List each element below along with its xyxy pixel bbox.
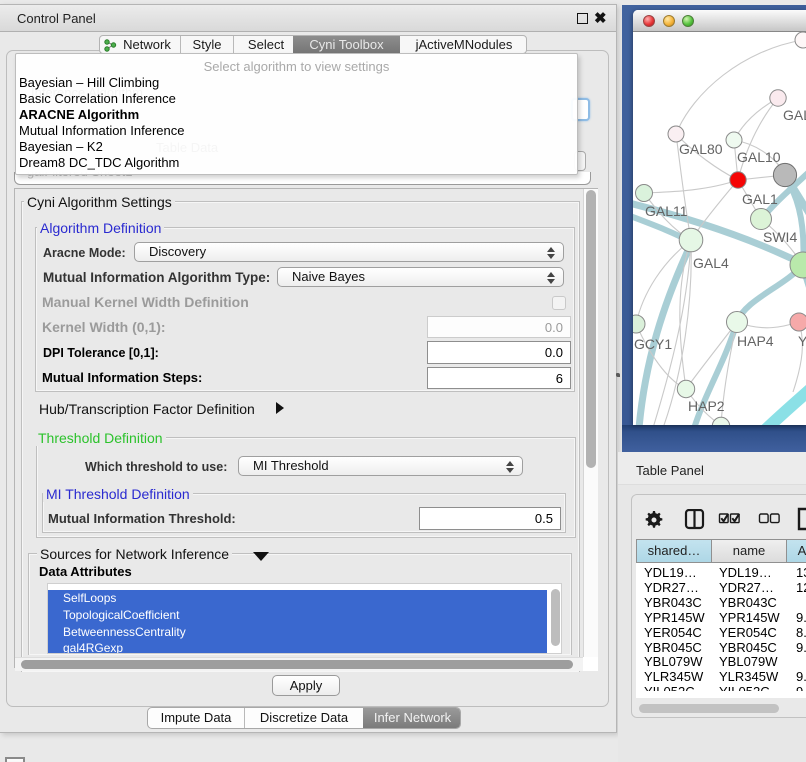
svg-text:GAL4: GAL4 — [693, 255, 729, 271]
svg-text:GAL10: GAL10 — [737, 149, 781, 165]
svg-text:GAL: GAL — [783, 107, 806, 123]
svg-text:SWI4: SWI4 — [763, 229, 797, 245]
svg-text:Y: Y — [798, 333, 806, 349]
svg-text:HAP2: HAP2 — [688, 398, 725, 414]
svg-text:GCY1: GCY1 — [634, 336, 672, 352]
svg-text:GAL80: GAL80 — [679, 141, 723, 157]
svg-text:HAP4: HAP4 — [737, 333, 774, 349]
svg-text:GAL11: GAL11 — [645, 203, 688, 219]
svg-text:GAL1: GAL1 — [742, 191, 778, 207]
